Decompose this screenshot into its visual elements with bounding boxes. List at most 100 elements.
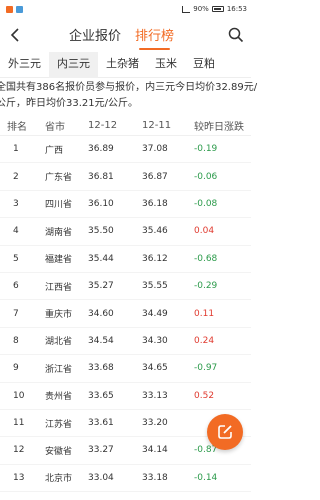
rank-cell: 9 xyxy=(13,363,19,374)
price-yesterday-cell: 35.55 xyxy=(142,281,168,292)
table-row: 1 广西 36.89 37.08 -0.19 xyxy=(0,136,251,164)
back-arrow-icon xyxy=(10,28,19,42)
price-yesterday-cell: 34.14 xyxy=(142,445,168,456)
price-today-cell: 33.04 xyxy=(88,472,114,483)
price-today-cell: 33.27 xyxy=(88,445,114,456)
province-cell: 广东省 xyxy=(45,173,73,184)
rank-cell: 11 xyxy=(13,418,25,429)
rank-cell: 4 xyxy=(13,226,19,237)
price-yesterday-cell: 35.46 xyxy=(142,226,168,237)
rank-cell: 1 xyxy=(13,144,19,155)
province-cell: 贵州省 xyxy=(45,392,73,403)
price-today-cell: 35.50 xyxy=(88,226,114,237)
table-row: 8 湖北省 34.54 34.30 0.24 xyxy=(0,328,251,356)
change-cell: -0.97 xyxy=(194,363,218,374)
top-nav: 企业报价 排行榜 xyxy=(0,18,251,52)
rank-cell: 5 xyxy=(13,253,19,264)
change-cell: -0.08 xyxy=(194,198,218,209)
status-notification-icons xyxy=(6,5,23,13)
province-cell: 浙江省 xyxy=(45,364,73,375)
rank-cell: 3 xyxy=(13,198,19,209)
price-yesterday-cell: 37.08 xyxy=(142,144,168,155)
table-row: 5 福建省 35.44 36.12 -0.68 xyxy=(0,246,251,273)
category-tab-soybean-meal[interactable]: 豆粕 xyxy=(185,52,223,78)
province-cell: 广西 xyxy=(45,145,64,156)
category-tabs: 外三元 内三元 土杂猪 玉米 豆粕 xyxy=(0,51,251,78)
table-row: 7 重庆市 34.60 34.49 0.11 xyxy=(0,300,251,328)
header-province: 省市 xyxy=(45,122,65,133)
category-tab-corn[interactable]: 玉米 xyxy=(147,52,185,78)
table-row: 13 北京市 33.04 33.18 -0.14 xyxy=(0,465,251,493)
change-cell: -0.14 xyxy=(194,472,218,483)
back-button[interactable] xyxy=(0,28,30,42)
price-today-cell: 36.10 xyxy=(88,198,114,209)
edit-icon xyxy=(218,425,232,439)
status-indicators: 90% 16:53 xyxy=(182,5,247,13)
rank-cell: 7 xyxy=(13,308,19,319)
price-today-cell: 33.65 xyxy=(88,390,114,401)
header-date-yesterday: 12-11 xyxy=(142,120,172,131)
price-summary: 全国共有386名报价员参与报价，内三元今日均价32.89元/ 公斤，昨日均价33… xyxy=(0,78,258,116)
header-change: 较昨日涨跌 xyxy=(194,122,244,133)
price-yesterday-cell: 36.12 xyxy=(142,253,168,264)
province-cell: 重庆市 xyxy=(45,310,73,321)
category-tab-tu-za-zhu[interactable]: 土杂猪 xyxy=(98,52,147,78)
price-today-cell: 36.89 xyxy=(88,144,114,155)
table-row: 9 浙江省 33.68 34.65 -0.97 xyxy=(0,355,251,383)
change-cell: 0.24 xyxy=(194,335,215,346)
table-row: 3 四川省 36.10 36.18 -0.08 xyxy=(0,191,251,219)
change-cell: 0.52 xyxy=(194,390,215,401)
price-today-cell: 34.60 xyxy=(88,308,114,319)
category-tab-nei-san-yuan[interactable]: 内三元 xyxy=(49,51,98,78)
signal-icon xyxy=(182,5,191,13)
price-yesterday-cell: 34.49 xyxy=(142,308,168,319)
price-summary-line: 公斤，昨日均价33.21元/公斤。 xyxy=(0,98,138,109)
price-yesterday-cell: 36.18 xyxy=(142,198,168,209)
tab-enterprise-quotes[interactable]: 企业报价 xyxy=(69,21,121,50)
price-yesterday-cell: 33.20 xyxy=(142,418,168,429)
price-yesterday-cell: 34.30 xyxy=(142,335,168,346)
change-cell: -0.29 xyxy=(194,281,218,292)
province-cell: 江西省 xyxy=(45,282,73,293)
price-summary-line: 全国共有386名报价员参与报价，内三元今日均价32.89元/ xyxy=(0,82,258,93)
price-yesterday-cell: 33.18 xyxy=(142,472,168,483)
price-today-cell: 33.68 xyxy=(88,363,114,374)
table-row: 6 江西省 35.27 35.55 -0.29 xyxy=(0,273,251,301)
battery-icon xyxy=(211,6,224,12)
province-cell: 安徽省 xyxy=(45,446,73,457)
province-cell: 湖北省 xyxy=(45,337,73,348)
province-cell: 北京市 xyxy=(45,474,73,485)
clock-time: 16:53 xyxy=(226,5,247,13)
status-bar: 90% 16:53 xyxy=(0,0,251,18)
app-notification-icon xyxy=(6,5,13,13)
battery-percent: 90% xyxy=(193,5,209,13)
rank-cell: 8 xyxy=(13,335,19,346)
edit-fab-button[interactable] xyxy=(207,414,243,450)
rank-cell: 6 xyxy=(13,281,19,292)
price-today-cell: 33.61 xyxy=(88,418,114,429)
change-cell: -0.68 xyxy=(194,253,218,264)
province-cell: 湖南省 xyxy=(45,227,73,238)
province-cell: 江苏省 xyxy=(45,419,73,430)
change-cell: 0.11 xyxy=(194,308,215,319)
app-notification-icon xyxy=(16,5,23,13)
change-cell: -0.19 xyxy=(194,144,218,155)
search-button[interactable] xyxy=(221,27,251,43)
search-icon xyxy=(228,27,244,43)
header-rank: 排名 xyxy=(7,122,27,133)
rank-cell: 12 xyxy=(13,445,25,456)
header-date-today: 12-12 xyxy=(88,120,118,131)
price-today-cell: 34.54 xyxy=(88,335,114,346)
category-tab-wai-san-yuan[interactable]: 外三元 xyxy=(0,52,49,78)
province-cell: 四川省 xyxy=(45,200,73,211)
table-row: 4 湖南省 35.50 35.46 0.04 xyxy=(0,218,251,246)
price-yesterday-cell: 34.65 xyxy=(142,363,168,374)
table-row: 10 贵州省 33.65 33.13 0.52 xyxy=(0,383,251,410)
price-yesterday-cell: 36.87 xyxy=(142,171,168,182)
nav-tabs: 企业报价 排行榜 xyxy=(30,21,213,50)
tab-ranking[interactable]: 排行榜 xyxy=(135,21,174,50)
province-cell: 福建省 xyxy=(45,255,73,266)
change-cell: 0.04 xyxy=(194,226,215,237)
price-yesterday-cell: 33.13 xyxy=(142,390,168,401)
table-header: 排名 省市 12-12 12-11 较昨日涨跌 xyxy=(0,116,251,136)
